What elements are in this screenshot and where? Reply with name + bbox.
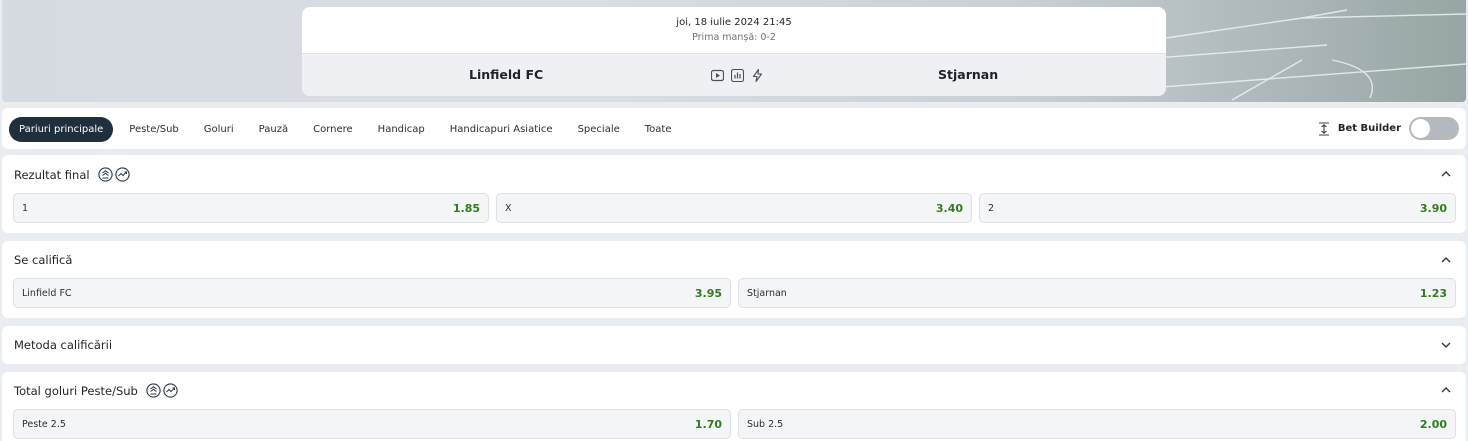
odd-value: 1.23	[1419, 287, 1447, 300]
odd-value: 1.70	[694, 418, 722, 431]
odd-value: 1.85	[452, 202, 480, 215]
tab-goals[interactable]: Goluri	[196, 117, 242, 142]
market-tabs-bar: Pariuri principale Peste/Sub Goluri Pauz…	[2, 108, 1466, 149]
odd-value: 3.90	[1419, 202, 1447, 215]
odd-button[interactable]: 1 1.85	[13, 193, 489, 223]
market-qualify: Se califică Linfield FC 3.95 Stjarnan 1.…	[2, 241, 1466, 318]
odd-value: 3.95	[694, 287, 722, 300]
odd-label: 1	[22, 203, 29, 214]
odd-label: 2	[988, 203, 995, 214]
odd-button[interactable]: Sub 2.5 2.00	[738, 409, 1456, 439]
play-video-icon[interactable]	[711, 69, 724, 82]
chevron-up-icon[interactable]	[1440, 384, 1452, 396]
cashout-badge-icon	[163, 383, 178, 398]
toggle-knob	[1411, 119, 1430, 138]
market-title[interactable]: Metoda calificării	[14, 338, 112, 352]
odd-label: Peste 2.5	[22, 419, 66, 430]
builder-badge-icon	[146, 383, 161, 398]
market-final-result: Rezultat final 1 1.85 X 3.40 2 3.90	[2, 155, 1466, 233]
market-qualify-method[interactable]: Metoda calificării	[2, 326, 1466, 364]
odd-button[interactable]: Linfield FC 3.95	[13, 278, 731, 308]
tab-all[interactable]: Toate	[637, 117, 680, 142]
bet-builder-label: Bet Builder	[1337, 123, 1401, 134]
stats-icon[interactable]	[731, 69, 744, 82]
odd-label: Linfield FC	[22, 288, 72, 299]
match-datetime: joi, 18 iulie 2024 21:45	[676, 17, 792, 28]
chevron-up-icon[interactable]	[1440, 168, 1452, 180]
market-title[interactable]: Total goluri Peste/Sub	[14, 384, 138, 398]
bet-builder-toggle[interactable]	[1409, 117, 1459, 140]
tab-main-bets[interactable]: Pariuri principale	[9, 117, 114, 142]
tab-corners[interactable]: Cornere	[305, 117, 361, 142]
market-total-goals: Total goluri Peste/Sub Peste 2.5 1.70 Su…	[2, 372, 1466, 441]
odd-value: 3.40	[935, 202, 963, 215]
odd-label: Sub 2.5	[747, 419, 784, 430]
tab-specials[interactable]: Speciale	[570, 117, 628, 142]
away-team-name[interactable]: Stjarnan	[938, 67, 998, 82]
first-leg-score: Prima manșă: 0-2	[692, 32, 776, 43]
tab-over-under[interactable]: Peste/Sub	[121, 117, 187, 142]
odd-label: X	[505, 203, 512, 214]
odd-value: 2.00	[1419, 418, 1447, 431]
odd-button[interactable]: 2 3.90	[979, 193, 1456, 223]
market-title[interactable]: Rezultat final	[14, 168, 90, 182]
chevron-down-icon[interactable]	[1440, 339, 1452, 351]
match-card: joi, 18 iulie 2024 21:45 Prima manșă: 0-…	[302, 7, 1166, 96]
lightning-icon[interactable]	[751, 69, 764, 82]
tab-half-time[interactable]: Pauză	[251, 117, 296, 142]
odd-button[interactable]: X 3.40	[496, 193, 972, 223]
builder-badge-icon	[97, 167, 113, 182]
odd-button[interactable]: Stjarnan 1.23	[738, 278, 1456, 308]
odd-button[interactable]: Peste 2.5 1.70	[13, 409, 731, 439]
home-team-name[interactable]: Linfield FC	[469, 67, 543, 82]
odd-label: Stjarnan	[747, 288, 787, 299]
bet-builder-control: Bet Builder	[1318, 117, 1459, 140]
cashout-badge-icon	[114, 167, 130, 182]
expand-vertical-icon[interactable]	[1318, 121, 1330, 136]
tab-handicap[interactable]: Handicap	[370, 117, 433, 142]
chevron-up-icon[interactable]	[1440, 254, 1452, 266]
market-title[interactable]: Se califică	[14, 253, 72, 267]
tab-asian-handicap[interactable]: Handicapuri Asiatice	[442, 117, 561, 142]
